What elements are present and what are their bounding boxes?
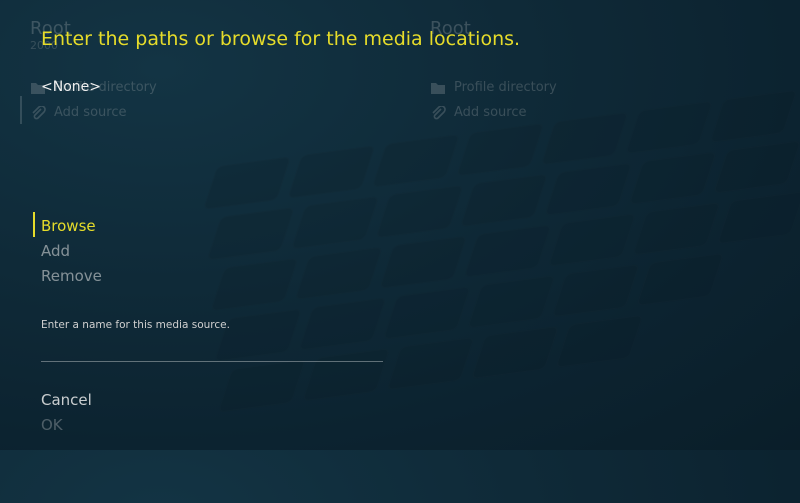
remove-button[interactable]: Remove	[41, 267, 102, 285]
focus-indicator	[33, 212, 35, 237]
browse-button[interactable]: Browse	[41, 217, 96, 235]
add-button[interactable]: Add	[41, 242, 70, 260]
source-name-label: Enter a name for this media source.	[41, 319, 230, 331]
cancel-button[interactable]: Cancel	[41, 391, 92, 409]
media-path-item[interactable]: <None>	[41, 79, 101, 95]
dialog-heading: Enter the paths or browse for the media …	[41, 28, 521, 50]
source-name-input[interactable]	[41, 341, 383, 362]
ok-button[interactable]: OK	[41, 416, 63, 434]
add-media-source-dialog: Enter the paths or browse for the media …	[0, 0, 800, 450]
path-list-scroll-indicator	[20, 96, 22, 124]
